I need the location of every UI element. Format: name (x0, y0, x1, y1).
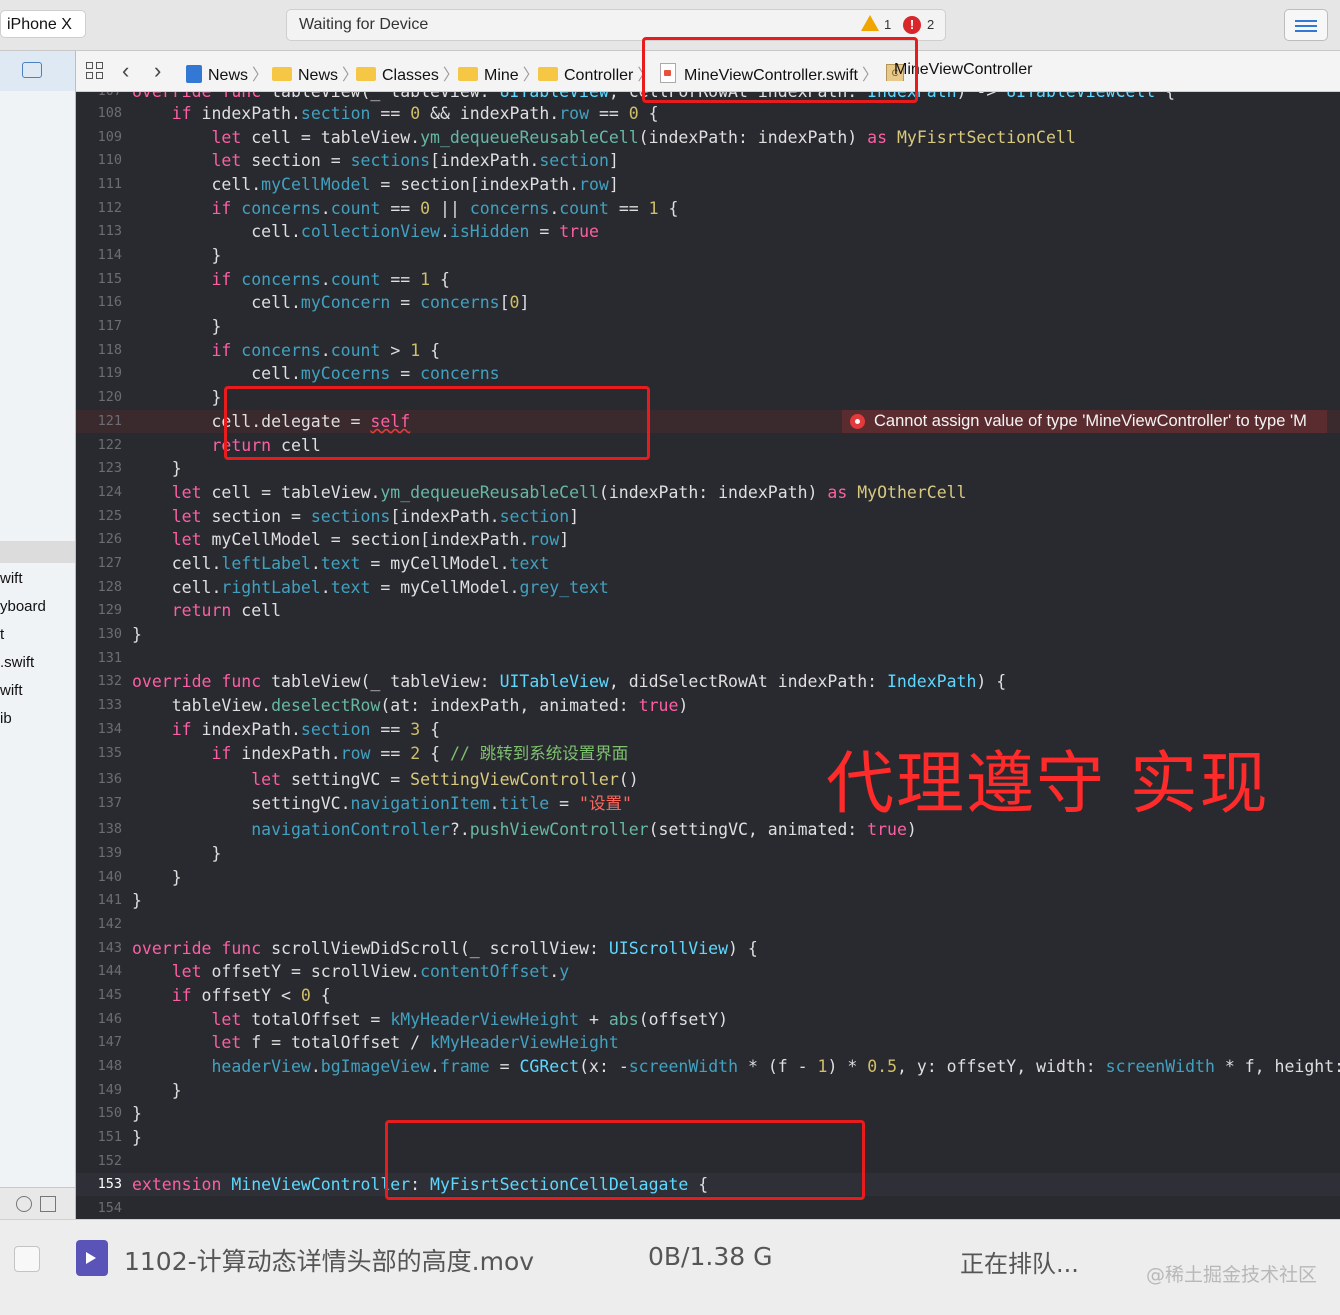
warning-icon[interactable] (861, 15, 879, 31)
activity-status: Waiting for Device (299, 16, 429, 33)
folder-icon (272, 67, 292, 81)
highlight-box-filename (642, 37, 918, 103)
source-control-filter-icon[interactable] (40, 1196, 56, 1212)
recent-files-icon[interactable] (16, 1196, 32, 1212)
download-status: 正在排队... (960, 1250, 1079, 1278)
error-icon[interactable]: ! (903, 16, 921, 34)
watermark: @稀土掘金技术社区 (1146, 1264, 1318, 1286)
issue-navigator-icon[interactable] (22, 62, 42, 78)
breadcrumb-group[interactable]: News 〉 (272, 61, 362, 84)
inline-error-message[interactable]: Cannot assign value of type 'MineViewCon… (842, 410, 1327, 433)
warning-count: 1 (884, 17, 892, 32)
back-chevron-icon[interactable]: ‹ (122, 58, 129, 84)
breadcrumb-project[interactable]: News 〉 (186, 61, 272, 84)
folder-icon (458, 67, 478, 81)
navigator-selection (0, 541, 75, 563)
related-items-icon[interactable] (86, 62, 104, 80)
download-bar: 1102-计算动态详情头部的高度.mov 0B/1.38 G 正在排队... @… (0, 1219, 1340, 1315)
breadcrumb-group[interactable]: Mine 〉 (458, 61, 543, 84)
download-checkbox[interactable] (14, 1246, 40, 1272)
error-icon (850, 414, 865, 429)
navigator-file[interactable]: wift (0, 682, 23, 699)
scheme-device-selector[interactable]: iPhone X (0, 10, 86, 38)
navigator-file[interactable]: wift (0, 570, 23, 587)
download-filename[interactable]: 1102-计算动态详情头部的高度.mov (124, 1242, 534, 1278)
breadcrumb-group[interactable]: Classes 〉 (356, 61, 463, 84)
folder-icon (356, 67, 376, 81)
video-file-icon (76, 1240, 108, 1276)
breadcrumb-symbol[interactable]: CMineViewController (886, 61, 1126, 81)
navigator-file[interactable]: ib (0, 710, 12, 727)
project-navigator: wift yboard t .swift wift ib (0, 51, 76, 1220)
navigator-filter-bar (0, 1187, 75, 1220)
highlight-box-delegate (224, 386, 650, 460)
standard-editor-button[interactable] (1284, 9, 1328, 41)
navigator-file[interactable]: yboard (0, 598, 46, 615)
project-icon (186, 65, 202, 83)
annotation-text: 代理遵守 实现 (826, 745, 1270, 824)
folder-icon (538, 67, 558, 81)
navigator-header (0, 51, 75, 91)
source-editor[interactable]: 107override func tableView(_ tableView: … (76, 92, 1340, 1219)
navigator-file[interactable]: t (0, 626, 4, 643)
forward-chevron-icon[interactable]: › (154, 58, 161, 84)
breadcrumb-group[interactable]: Controller 〉 (538, 61, 657, 84)
navigator-file[interactable]: .swift (0, 654, 34, 671)
highlight-box-extension (385, 1120, 865, 1200)
error-count: 2 (927, 17, 935, 32)
download-size: 0B/1.38 G (648, 1242, 773, 1271)
